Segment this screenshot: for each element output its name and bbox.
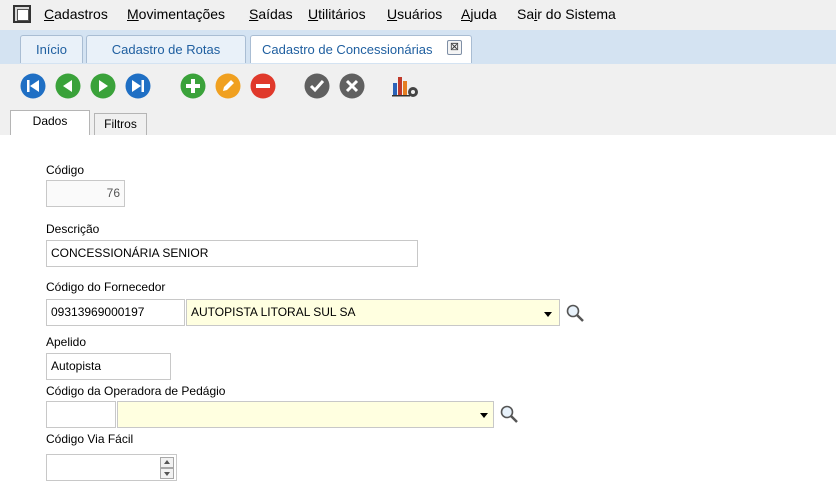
menu-movimentacoes[interactable]: Movimentações — [127, 6, 225, 22]
first-record-icon[interactable] — [20, 73, 46, 99]
menu-usuarios-label: suários — [397, 6, 443, 22]
next-record-icon[interactable] — [90, 73, 116, 99]
menu-sair[interactable]: Sair do Sistema — [517, 6, 616, 22]
menu-ajuda-mnemonic: A — [461, 6, 471, 22]
fornecedor-dropdown-icon[interactable] — [544, 312, 552, 317]
menu-saidas-label: aídas — [258, 6, 293, 22]
tab-cadastro-concessionarias[interactable]: Cadastro de Concessionárias — [250, 35, 472, 63]
document-tabstrip: Início Cadastro de Rotas Cadastro de Con… — [0, 30, 836, 65]
spin-up-icon[interactable] — [160, 457, 174, 468]
app-icon[interactable] — [13, 5, 31, 23]
menu-utilitarios-mnemonic: U — [308, 6, 319, 22]
apelido-label: Apelido — [46, 335, 87, 349]
menu-cadastros[interactable]: Cadastros — [44, 6, 108, 22]
tab-close-icon[interactable]: ⊠ — [447, 40, 462, 55]
operadora-code-field[interactable] — [46, 401, 116, 428]
descricao-label: Descrição — [46, 222, 100, 236]
menu-sair-prefix: Sa — [517, 6, 535, 22]
tab-dados[interactable]: Dados — [10, 110, 90, 136]
report-chart-icon[interactable] — [391, 73, 418, 99]
last-record-icon[interactable] — [125, 73, 151, 99]
menu-cadastros-label: adastros — [54, 6, 108, 22]
add-icon[interactable] — [180, 73, 206, 99]
codigo-label: Código — [46, 163, 85, 177]
menu-usuarios-mnemonic: U — [387, 6, 398, 22]
edit-icon[interactable] — [215, 73, 241, 99]
operadora-dropdown-icon[interactable] — [480, 413, 488, 418]
form-panel: Código 76 Descrição CONCESSIONÁRIA SENIO… — [0, 135, 836, 494]
menu-sair-label: r do Sistema — [537, 6, 616, 22]
confirm-icon[interactable] — [304, 73, 330, 99]
delete-icon[interactable] — [250, 73, 276, 99]
menu-movimentacoes-label: ovimentações — [138, 6, 226, 22]
fornecedor-label: Código do Fornecedor — [46, 280, 166, 294]
menu-ajuda[interactable]: Ajuda — [461, 6, 497, 22]
spin-down-icon[interactable] — [160, 468, 174, 479]
form-tabstrip: Dados Filtros — [0, 108, 836, 136]
fornecedor-search-icon[interactable] — [565, 303, 585, 323]
cancel-icon[interactable] — [339, 73, 365, 99]
operadora-search-icon[interactable] — [499, 404, 519, 424]
tab-filtros[interactable]: Filtros — [94, 113, 147, 135]
toolbar — [0, 64, 836, 108]
descricao-field[interactable]: CONCESSIONÁRIA SENIOR — [46, 240, 418, 267]
operadora-label: Código da Operadora de Pedágio — [46, 384, 226, 398]
menu-cadastros-mnemonic: C — [44, 6, 55, 22]
codigo-field: 76 — [46, 180, 125, 207]
menu-saidas[interactable]: Saídas — [249, 6, 293, 22]
menu-utilitarios-label: tilitários — [318, 6, 366, 22]
operadora-name-combo[interactable] — [117, 401, 494, 428]
apelido-field[interactable]: Autopista — [46, 353, 171, 380]
previous-record-icon[interactable] — [55, 73, 81, 99]
menu-usuarios[interactable]: Usuários — [387, 6, 442, 22]
menu-bar: Cadastros Movimentações Saídas Utilitári… — [0, 0, 836, 30]
viafacil-field[interactable] — [46, 454, 177, 481]
menu-ajuda-label: juda — [470, 6, 497, 22]
menu-saidas-mnemonic: S — [249, 6, 259, 22]
tab-inicio[interactable]: Início — [20, 35, 83, 63]
menu-utilitarios[interactable]: Utilitários — [308, 6, 366, 22]
tab-cadastro-rotas[interactable]: Cadastro de Rotas — [86, 35, 246, 63]
viafacil-label: Código Via Fácil — [46, 432, 134, 446]
menu-movimentacoes-mnemonic: M — [127, 6, 139, 22]
fornecedor-code-field[interactable]: 09313969000197 — [46, 299, 185, 326]
fornecedor-name-combo[interactable]: AUTOPISTA LITORAL SUL SA — [186, 299, 560, 326]
